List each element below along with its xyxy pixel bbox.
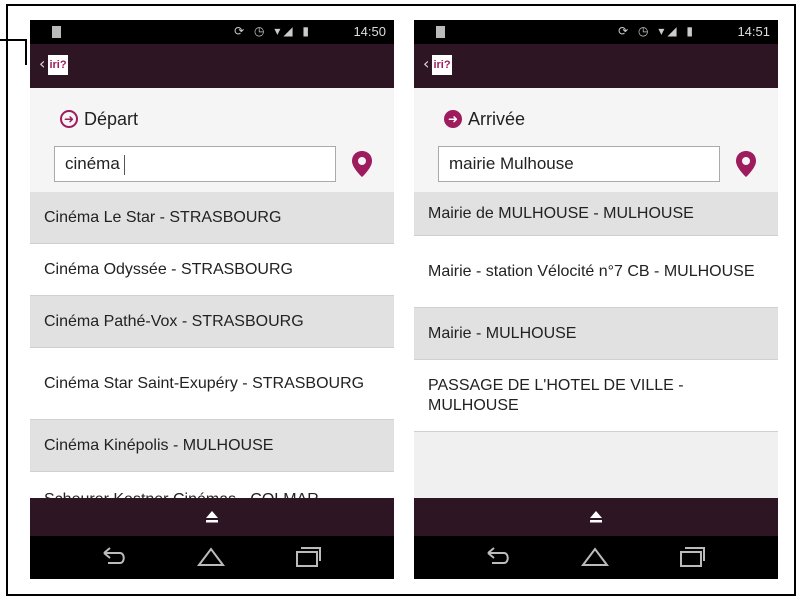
list-item[interactable]: PASSAGE DE L'HOTEL DE VILLE - MULHOUSE — [414, 360, 778, 432]
recents-icon[interactable] — [677, 544, 707, 570]
main-content: ➜ Arrivée mairie Mulhouse Mairie de MULH… — [414, 88, 778, 498]
list-item[interactable]: Mairie de MULHOUSE - MULHOUSE — [414, 192, 778, 236]
location-pin-icon[interactable] — [734, 150, 758, 178]
heading-label: Départ — [84, 108, 139, 129]
eject-icon[interactable] — [589, 510, 603, 524]
app-logo[interactable]: iri? — [48, 55, 68, 75]
list-item[interactable]: Cinéma Pathé-Vox - STRASBOURG — [30, 296, 394, 348]
recents-icon[interactable] — [293, 544, 323, 570]
app-bar: ‹ iri? — [30, 44, 394, 88]
location-pin-icon[interactable] — [350, 150, 374, 178]
notification-icon — [436, 26, 445, 38]
app-logo[interactable]: iri? — [432, 55, 452, 75]
results-list: Mairie de MULHOUSE - MULHOUSE Mairie - s… — [414, 192, 778, 498]
section-heading: ➜ Départ — [60, 106, 138, 132]
system-nav-bar — [414, 536, 778, 579]
list-item[interactable]: Cinéma Le Star - STRASBOURG — [30, 192, 394, 244]
list-item[interactable]: Mairie - station Vélocité n°7 CB - MULHO… — [414, 236, 778, 308]
heading-label: Arrivée — [468, 108, 526, 129]
phone-screen-depart: ⟳ ◷ ▾◢ ▮ 14:50 ‹ iri? ➜ Départ cinéma Ci… — [30, 20, 394, 579]
status-icons: ⟳ ◷ ▾◢ ▮ — [618, 24, 696, 38]
list-item[interactable]: Cinéma Odyssée - STRASBOURG — [30, 244, 394, 296]
home-icon[interactable] — [580, 544, 610, 570]
back-icon[interactable] — [483, 544, 513, 570]
app-bar: ‹ iri? — [414, 44, 778, 88]
status-time: 14:50 — [353, 24, 386, 39]
arrow-right-outline-icon: ➜ — [60, 110, 78, 128]
frame-tick-vertical — [25, 39, 27, 65]
search-input-value: cinéma — [65, 154, 120, 173]
back-icon[interactable] — [99, 544, 129, 570]
status-time: 14:51 — [737, 24, 770, 39]
search-input[interactable]: mairie Mulhouse — [438, 146, 720, 182]
bottom-bar — [414, 498, 778, 536]
frame-tick — [0, 39, 27, 41]
text-cursor — [123, 154, 125, 175]
back-chevron-icon[interactable]: ‹ — [423, 54, 429, 74]
list-empty-area — [414, 432, 778, 498]
notification-icon — [52, 26, 61, 38]
list-item[interactable]: Mairie - MULHOUSE — [414, 308, 778, 360]
search-input-value: mairie Mulhouse — [449, 154, 574, 173]
arrow-right-filled-icon: ➜ — [444, 110, 462, 128]
status-bar: ⟳ ◷ ▾◢ ▮ 14:51 — [414, 20, 778, 44]
list-item[interactable]: Cinéma Star Saint-Exupéry - STRASBOURG — [30, 348, 394, 420]
home-icon[interactable] — [196, 544, 226, 570]
list-item[interactable]: Cinéma Kinépolis - MULHOUSE — [30, 420, 394, 472]
phone-screen-arrivee: ⟳ ◷ ▾◢ ▮ 14:51 ‹ iri? ➜ Arrivée mairie M… — [414, 20, 778, 579]
eject-icon[interactable] — [205, 510, 219, 524]
status-icons: ⟳ ◷ ▾◢ ▮ — [234, 24, 312, 38]
results-list: Cinéma Le Star - STRASBOURG Cinéma Odyss… — [30, 192, 394, 498]
system-nav-bar — [30, 536, 394, 579]
search-input[interactable]: cinéma — [54, 146, 336, 182]
bottom-bar — [30, 498, 394, 536]
section-heading: ➜ Arrivée — [444, 106, 525, 132]
list-item[interactable]: Scheurer Kestner Cinémas - COLMAR — [30, 472, 394, 498]
back-chevron-icon[interactable]: ‹ — [39, 54, 45, 74]
status-bar: ⟳ ◷ ▾◢ ▮ 14:50 — [30, 20, 394, 44]
main-content: ➜ Départ cinéma Cinéma Le Star - STRASBO… — [30, 88, 394, 498]
